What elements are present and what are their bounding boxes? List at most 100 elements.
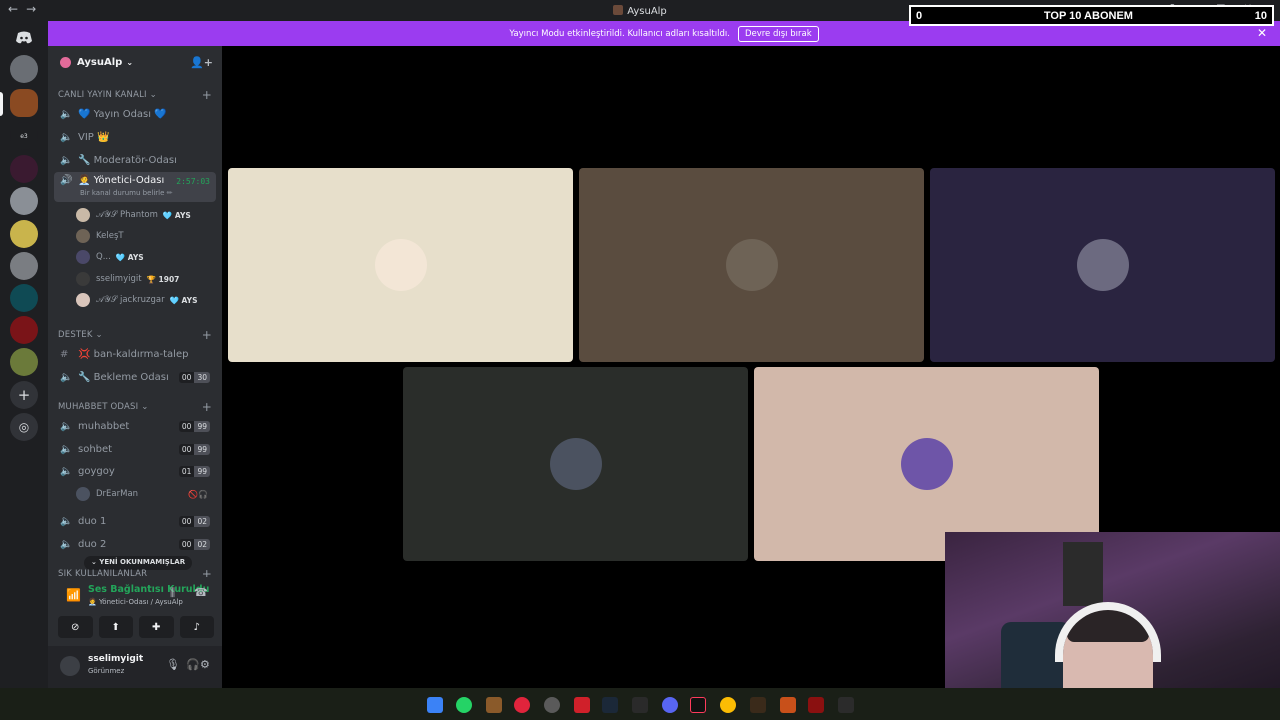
user-limit: 99 [194, 466, 210, 477]
category-label: MUHABBET ODASI [58, 402, 139, 412]
channel-label: 💢 ban-kaldırma-talep [78, 348, 189, 360]
channel-ban-kaldirma[interactable]: # 💢 ban-kaldırma-talep [54, 344, 216, 364]
add-channel-icon[interactable]: + [202, 88, 212, 102]
discover-icon[interactable]: ◎ [10, 413, 38, 441]
channel-vip[interactable]: 🔈 VIP 👑 [54, 127, 216, 147]
voice-icon: 🔈 [60, 371, 73, 383]
participant-tile[interactable] [403, 367, 748, 561]
app-icon[interactable] [574, 697, 590, 713]
user-avatar[interactable] [60, 656, 80, 676]
voice-member[interactable]: 𝒜𝒴𝒮 jackruzgar 🩵 AYS [76, 291, 216, 309]
channel-muhabbet[interactable]: 🔈 muhabbet 00 99 [54, 416, 216, 436]
voice-member[interactable]: Q... 🩵 AYS [76, 248, 216, 266]
channel-sidebar: AysuAlp ⌄ 👤+ CANLI YAYIN KANALI ⌄ + 🔈 💙 Y… [48, 46, 222, 688]
user-limit: 99 [194, 421, 210, 432]
server-icon-8[interactable] [10, 284, 38, 312]
tiktok-icon[interactable] [690, 697, 706, 713]
channel-duo1[interactable]: 🔈 duo 1 00 02 [54, 511, 216, 531]
app-icon[interactable] [808, 697, 824, 713]
wall-poster [1063, 542, 1103, 606]
voice-icon: 🔈 [60, 443, 73, 455]
voice-member[interactable]: sselimyigit 🏆 1907 [76, 270, 216, 288]
banner-close-icon[interactable]: ✕ [1257, 26, 1267, 40]
headphones-icon[interactable]: 🎧 [186, 658, 200, 671]
server-icon-10[interactable] [10, 348, 38, 376]
member-name: KeleşT [96, 231, 124, 241]
camera-off-button[interactable]: ⊘ [58, 616, 93, 638]
guild-header[interactable]: AysuAlp ⌄ 👤+ [48, 46, 222, 78]
participant-avatar [900, 438, 953, 490]
steam-icon[interactable] [602, 697, 618, 713]
server-icon-4[interactable] [10, 155, 38, 183]
microphone-icon[interactable]: 🎙 [166, 658, 180, 671]
voice-location[interactable]: 🧑‍💼 Yönetici-Odası / AysuAlp [88, 598, 183, 606]
category-canli-yayin[interactable]: CANLI YAYIN KANALI ⌄ + [58, 88, 212, 102]
participant-tile[interactable] [228, 168, 573, 362]
voice-status[interactable]: Ses Bağlantısı Kuruldu [88, 584, 209, 595]
new-unreads-pill[interactable]: ⌄ YENİ OKUNMAMIŞLAR [84, 556, 193, 570]
channel-goygoy[interactable]: 🔈 goygoy 01 99 [54, 461, 216, 481]
participant-tile[interactable] [930, 168, 1275, 362]
add-channel-icon[interactable]: + [202, 328, 212, 342]
server-icon-3[interactable]: e3 [10, 122, 38, 150]
disable-streamer-mode-button[interactable]: Devre dışı bırak [737, 25, 819, 42]
app-icon[interactable] [486, 697, 502, 713]
category-sik-kullanilanlar[interactable]: SIK KULLANILANLAR + [58, 569, 212, 577]
channel-sohbet[interactable]: 🔈 sohbet 00 99 [54, 439, 216, 459]
user-count: 00 [178, 516, 195, 527]
discord-taskbar-icon[interactable] [662, 697, 678, 713]
voice-lock-icon: 🔈 [60, 108, 73, 120]
terminal-icon[interactable] [838, 697, 854, 713]
add-channel-icon[interactable]: + [202, 569, 212, 577]
category-destek[interactable]: DESTEK ⌄ + [58, 328, 212, 342]
voice-member[interactable]: DrEarMan 🚫🎧 [76, 485, 216, 503]
screen-share-button[interactable]: ⬆ [98, 616, 133, 638]
channel-duo2[interactable]: 🔈 duo 2 00 02 [54, 534, 216, 554]
user-name[interactable]: sselimyigit [88, 654, 143, 664]
user-count: 00 [178, 421, 195, 432]
noise-suppression-icon[interactable]: ⫼ [170, 586, 175, 600]
user-limit-badge: 01 99 [178, 466, 210, 477]
epic-games-icon[interactable] [632, 697, 648, 713]
channel-status[interactable]: Bir kanal durumu belirle ✏ [80, 189, 173, 197]
opera-icon[interactable] [514, 697, 530, 713]
member-tag: 🩵 AYS [115, 252, 144, 262]
server-icon-1[interactable] [10, 55, 38, 83]
member-name: 𝒜𝒴𝒮 Phantom [96, 210, 158, 220]
soundboard-button[interactable]: ♪ [179, 616, 214, 638]
activities-button[interactable]: ✚ [139, 616, 174, 638]
discord-home-icon[interactable] [10, 24, 38, 52]
member-tag: 🏆 1907 [146, 274, 180, 284]
category-muhabbet[interactable]: MUHABBET ODASI ⌄ + [58, 400, 212, 414]
guild-icon [60, 56, 71, 68]
voice-member[interactable]: 𝒜𝒴𝒮 Phantom 🩵 AYS [76, 206, 216, 224]
whatsapp-icon[interactable] [456, 697, 472, 713]
server-icon-9[interactable] [10, 316, 38, 344]
server-rail: e3 + ◎ [0, 21, 48, 688]
voice-member[interactable]: KeleşT [76, 227, 216, 245]
server-icon-aysualp[interactable] [10, 89, 38, 117]
voice-lock-icon: 🔈 [60, 131, 73, 143]
add-channel-icon[interactable]: + [202, 400, 212, 414]
chrome-icon[interactable] [720, 697, 736, 713]
channel-yonetici[interactable]: 🔊 🧑‍💼 Yönetici-Odası 2:57:03 Bir kanal du… [54, 172, 216, 202]
app-icon[interactable] [544, 697, 560, 713]
start-icon[interactable] [427, 697, 443, 713]
invite-people-icon[interactable]: 👤+ [190, 56, 213, 69]
settings-gear-icon[interactable]: ⚙ [200, 658, 210, 671]
disconnect-icon[interactable]: ☎ [194, 586, 208, 599]
channel-bekleme[interactable]: 🔈 🔧 Bekleme Odası 00 30 [54, 367, 216, 387]
channel-label: muhabbet [78, 420, 130, 432]
server-icon-5[interactable] [10, 187, 38, 215]
channel-moderator[interactable]: 🔈 🔧 Moderatör-Odası [54, 150, 216, 170]
member-tag: 🩵 AYS [169, 295, 198, 305]
signal-icon[interactable]: 📶 [66, 588, 81, 602]
server-icon-6[interactable] [10, 220, 38, 248]
add-server-icon[interactable]: + [10, 381, 38, 409]
app-icon[interactable] [780, 697, 796, 713]
participant-tile[interactable] [579, 168, 924, 362]
server-icon-7[interactable] [10, 252, 38, 280]
user-status: Görünmez [88, 667, 125, 675]
channel-yayin-odasi[interactable]: 🔈 💙 Yayın Odası 💙 [54, 104, 216, 124]
app-icon[interactable] [750, 697, 766, 713]
